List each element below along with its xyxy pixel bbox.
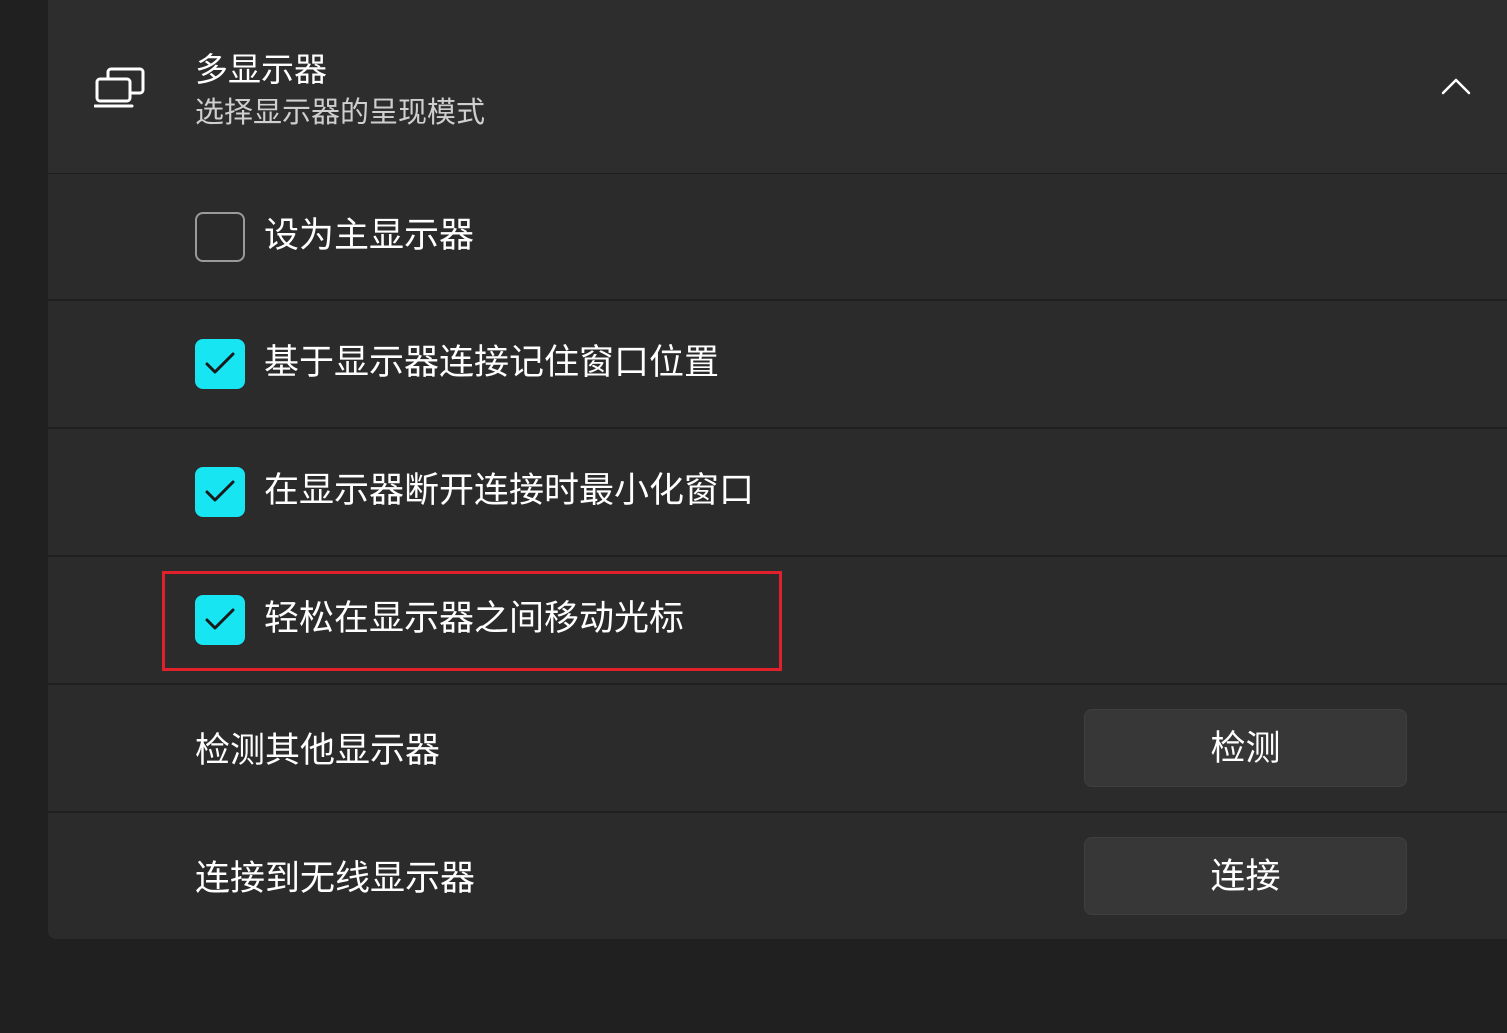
checkmark-icon bbox=[205, 352, 235, 374]
action-row-connect: 连接到无线显示器 连接 bbox=[48, 813, 1507, 939]
option-label: 轻松在显示器之间移动光标 bbox=[264, 599, 685, 639]
set-primary-checkbox[interactable] bbox=[195, 212, 245, 262]
action-label: 检测其他显示器 bbox=[195, 731, 441, 771]
checkmark-icon bbox=[205, 480, 235, 502]
multi-monitor-card: 多显示器 选择显示器的呈现模式 设为主显示器 基于显示器连接记住窗口位置 在显示… bbox=[48, 0, 1507, 939]
option-label: 在显示器断开连接时最小化窗口 bbox=[264, 471, 755, 511]
multi-monitor-icon bbox=[93, 66, 146, 110]
option-row-set-primary: 设为主显示器 bbox=[48, 174, 1507, 300]
action-label: 连接到无线显示器 bbox=[195, 859, 476, 899]
settings-page: 多显示器 选择显示器的呈现模式 设为主显示器 基于显示器连接记住窗口位置 在显示… bbox=[0, 0, 1507, 1033]
action-row-detect: 检测其他显示器 检测 bbox=[48, 685, 1507, 811]
multi-monitor-header[interactable]: 多显示器 选择显示器的呈现模式 bbox=[48, 0, 1507, 174]
checkmark-icon bbox=[205, 608, 235, 630]
move-cursor-checkbox[interactable] bbox=[195, 595, 245, 645]
option-row-move-cursor: 轻松在显示器之间移动光标 bbox=[48, 557, 1507, 683]
section-title: 多显示器 bbox=[195, 50, 327, 89]
option-label: 设为主显示器 bbox=[264, 216, 475, 256]
connect-button[interactable]: 连接 bbox=[1084, 837, 1407, 915]
section-subtitle: 选择显示器的呈现模式 bbox=[195, 95, 486, 129]
minimize-windows-checkbox[interactable] bbox=[195, 467, 245, 517]
detect-button[interactable]: 检测 bbox=[1084, 709, 1407, 787]
option-row-remember-window: 基于显示器连接记住窗口位置 bbox=[48, 301, 1507, 427]
remember-window-checkbox[interactable] bbox=[195, 339, 245, 389]
option-label: 基于显示器连接记住窗口位置 bbox=[264, 343, 720, 383]
option-row-minimize-windows: 在显示器断开连接时最小化窗口 bbox=[48, 429, 1507, 555]
chevron-up-icon[interactable] bbox=[1441, 74, 1471, 98]
